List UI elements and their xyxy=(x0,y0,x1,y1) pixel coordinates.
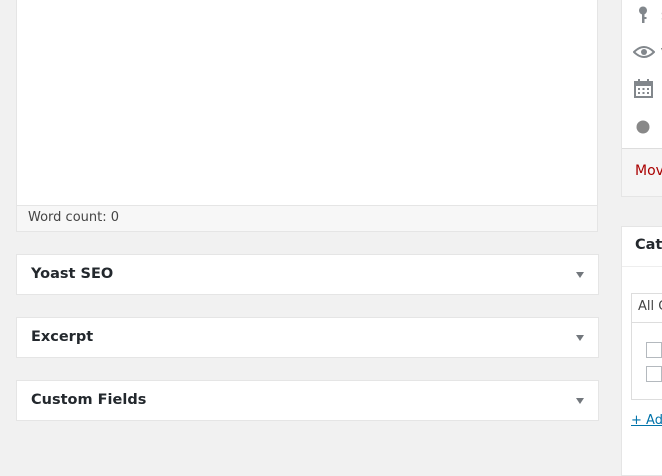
tab-all-categories[interactable]: All C xyxy=(631,293,662,323)
word-count-label: Word count: 0 xyxy=(28,210,120,225)
chevron-down-icon[interactable] xyxy=(576,335,584,341)
metabox-custom-fields[interactable]: Custom Fields xyxy=(16,380,599,421)
metabox-yoast-seo[interactable]: Yoast SEO xyxy=(16,254,599,295)
move-to-trash-link[interactable]: Mov xyxy=(635,163,662,179)
metabox-title: Custom Fields xyxy=(31,392,147,408)
tab-label: All C xyxy=(638,299,662,314)
key-icon xyxy=(639,6,647,23)
metabox-title: Excerpt xyxy=(31,329,94,345)
categories-box: Cate All C + Ad xyxy=(621,226,662,476)
publish-actions: Mov xyxy=(622,148,662,196)
word-count: Word count: 0 xyxy=(17,205,597,231)
chevron-down-icon[interactable] xyxy=(576,398,584,404)
eye-icon xyxy=(633,46,655,58)
add-new-category-link[interactable]: + Ad xyxy=(631,413,662,428)
chevron-down-icon[interactable] xyxy=(576,272,584,278)
post-editor[interactable]: Word count: 0 xyxy=(16,0,598,232)
categories-header[interactable]: Cate xyxy=(622,227,662,267)
circle-icon xyxy=(636,120,650,134)
categories-list xyxy=(631,322,662,400)
categories-title: Cate xyxy=(635,237,662,253)
publish-box: S V Mov xyxy=(621,0,662,197)
calendar-icon xyxy=(634,79,653,98)
metabox-title: Yoast SEO xyxy=(31,266,114,282)
category-checkbox[interactable] xyxy=(646,342,662,358)
metabox-excerpt[interactable]: Excerpt xyxy=(16,317,599,358)
category-checkbox[interactable] xyxy=(646,366,662,382)
